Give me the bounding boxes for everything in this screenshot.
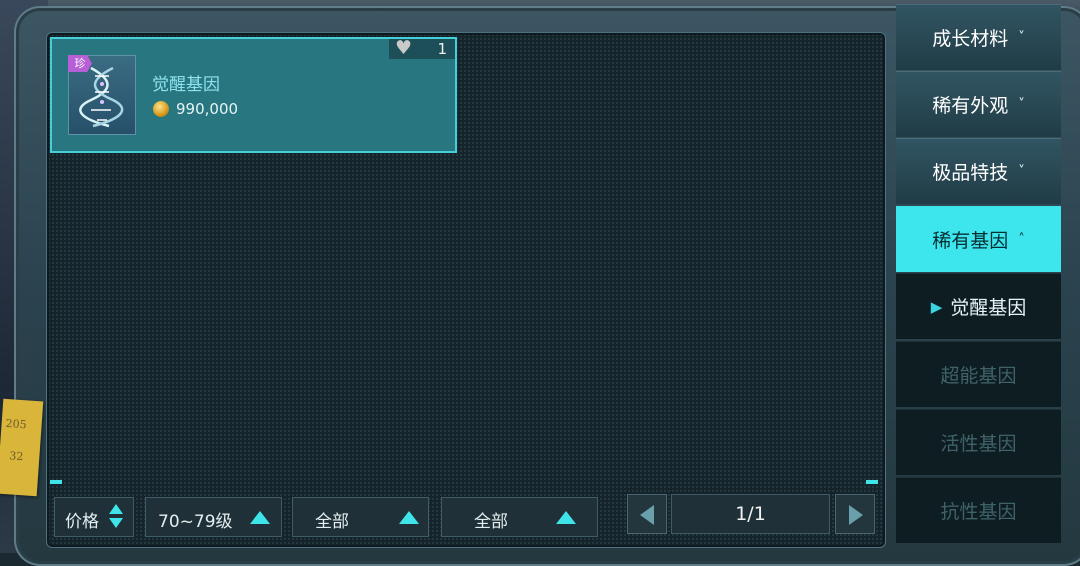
menu-category-rare-genes[interactable]: 稀有基因 ˄ <box>896 206 1061 272</box>
level-filter-dropdown[interactable]: 70~79级 <box>145 497 282 537</box>
next-page-button[interactable] <box>835 494 875 534</box>
chevron-down-icon: ˅ <box>1018 164 1025 179</box>
item-card[interactable]: 珍 觉醒基因 990,000 ♥ 1 <box>50 37 457 153</box>
menu-subitem-active-gene[interactable]: 活性基因 <box>896 409 1061 475</box>
sort-price-button[interactable]: 价格 <box>54 497 134 537</box>
menu-subitem-label: 超能基因 <box>940 365 1017 387</box>
item-name: 觉醒基因 <box>152 75 220 95</box>
panel-corner-right <box>866 480 878 484</box>
menu-category-skills[interactable]: 极品特技 ˅ <box>896 138 1061 204</box>
menu-category-label: 稀有基因 <box>932 229 1009 252</box>
filter-b-label: 全部 <box>474 512 508 532</box>
item-price: 990,000 <box>176 100 239 118</box>
menu-subitem-super-gene[interactable]: 超能基因 <box>896 341 1061 407</box>
favorite-count: 1 <box>437 40 447 58</box>
favorite-bar[interactable]: ♥ 1 <box>389 37 455 59</box>
menu-subitem-label: 觉醒基因 <box>950 297 1027 319</box>
sort-up-icon <box>109 504 123 514</box>
selected-marker-icon: ▶ <box>930 297 943 316</box>
chevron-down-icon: ˅ <box>1018 97 1025 112</box>
triangle-up-icon <box>399 511 419 524</box>
menu-category-label: 成长材料 <box>932 28 1009 50</box>
level-filter-label: 70~79级 <box>158 512 233 532</box>
filter-b-dropdown[interactable]: 全部 <box>441 497 598 537</box>
menu-category-label: 极品特技 <box>932 162 1009 184</box>
sort-label: 价格 <box>65 512 99 532</box>
coin-icon <box>153 101 169 117</box>
triangle-up-icon <box>556 511 576 524</box>
menu-category-label: 稀有外观 <box>932 95 1009 117</box>
filter-a-label: 全部 <box>315 512 349 532</box>
menu-subitem-label: 活性基因 <box>940 433 1017 455</box>
arrow-left-icon <box>640 505 654 525</box>
page-indicator: 1/1 <box>671 494 830 534</box>
arrow-right-icon <box>849 505 863 525</box>
triangle-up-icon <box>250 511 270 524</box>
rarity-tag: 珍 <box>68 55 92 72</box>
menu-subitem-label: 抗性基因 <box>940 501 1017 523</box>
filter-a-dropdown[interactable]: 全部 <box>292 497 429 537</box>
panel-corner-left <box>50 480 62 484</box>
menu-category-rare-appearance[interactable]: 稀有外观 ˅ <box>896 71 1061 137</box>
chevron-down-icon: ˅ <box>1018 30 1025 45</box>
sticky-note: 205 32 <box>0 398 44 497</box>
heart-icon[interactable]: ♥ <box>395 37 412 59</box>
menu-subitem-awaken-gene[interactable]: ▶ 觉醒基因 <box>896 273 1061 339</box>
menu-category-growth[interactable]: 成长材料 ˅ <box>896 4 1061 70</box>
sort-down-icon <box>109 518 123 528</box>
menu-subitem-resist-gene[interactable]: 抗性基因 <box>896 477 1061 543</box>
prev-page-button[interactable] <box>627 494 667 534</box>
chevron-up-icon: ˄ <box>1018 231 1025 247</box>
